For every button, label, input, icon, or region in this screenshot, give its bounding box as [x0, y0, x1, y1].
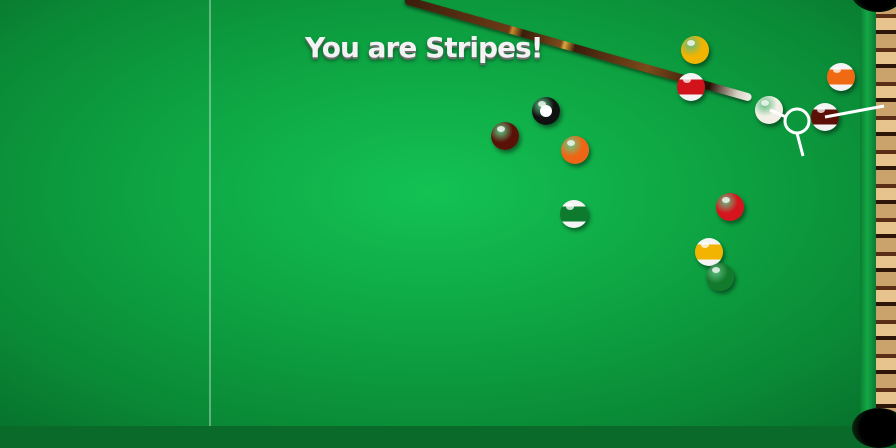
object-ball-path-line: [824, 104, 885, 119]
aim-guide: [769, 104, 885, 157]
aim-line: [769, 108, 787, 119]
ghost-ball-target: [783, 107, 811, 135]
cue-ball-deflection-line: [795, 132, 805, 157]
